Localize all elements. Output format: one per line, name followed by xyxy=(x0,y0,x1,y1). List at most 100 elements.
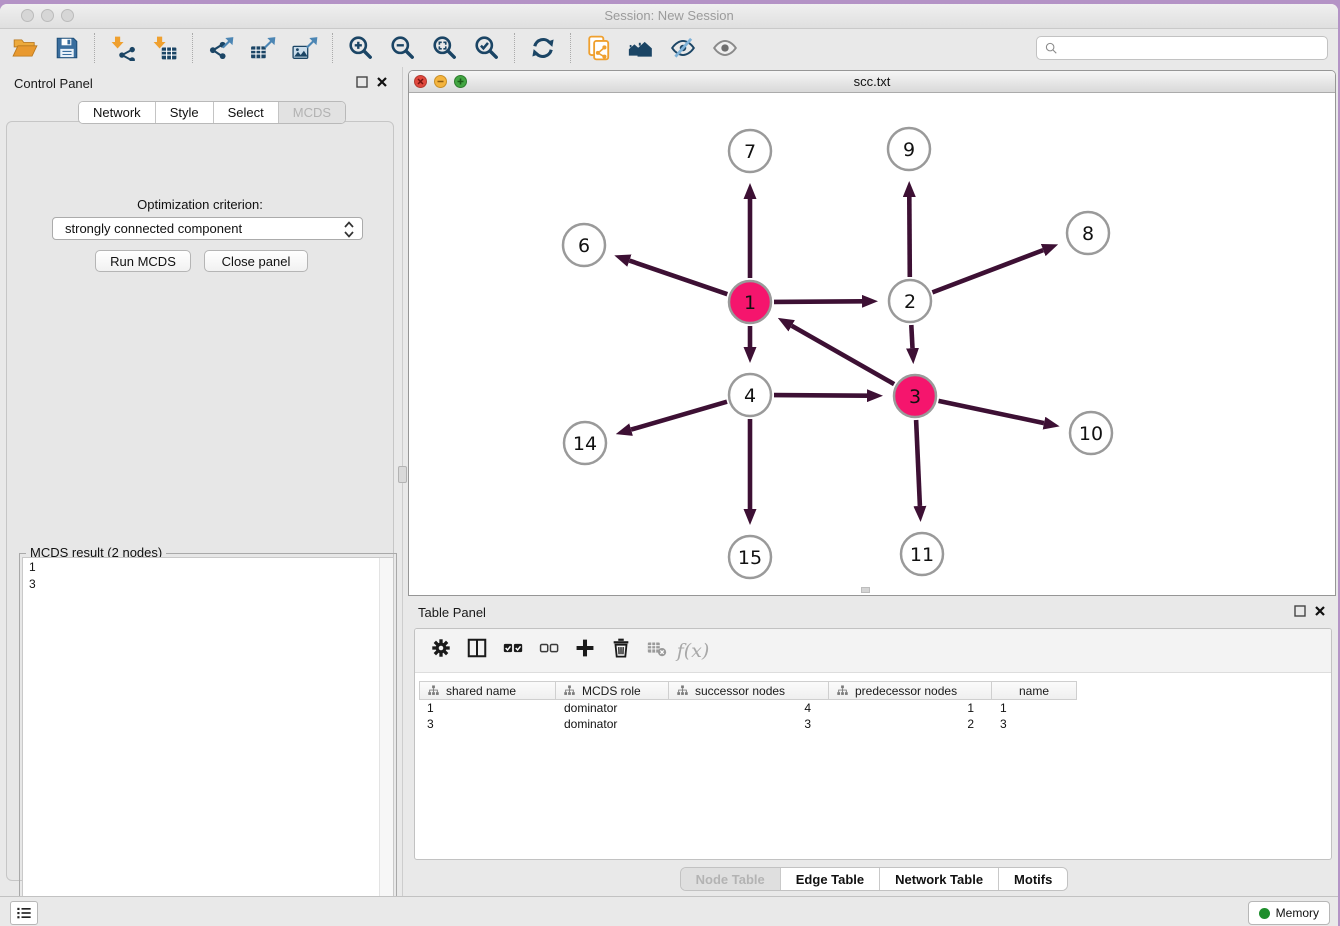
toolbar-separator xyxy=(514,33,516,63)
home-button[interactable] xyxy=(624,32,658,64)
graph-node-6[interactable]: 6 xyxy=(563,224,605,266)
zoom-fit-button[interactable] xyxy=(428,32,462,64)
columns-button[interactable] xyxy=(459,634,495,668)
table-row[interactable]: 1dominator411 xyxy=(419,700,1077,716)
table-row[interactable]: 3dominator323 xyxy=(419,716,1077,732)
result-scrollbar[interactable] xyxy=(379,558,393,926)
graph-node-14[interactable]: 14 xyxy=(564,422,606,464)
zoom-in-button[interactable] xyxy=(344,32,378,64)
zoom-out-button[interactable] xyxy=(386,32,420,64)
edge-3-11[interactable] xyxy=(916,420,920,506)
float-table-panel-icon[interactable] xyxy=(1294,605,1306,617)
export-table-button[interactable] xyxy=(246,32,280,64)
vertical-splitter-grip[interactable] xyxy=(398,466,407,483)
show-eye-button[interactable] xyxy=(708,32,742,64)
control-panel: Control Panel NetworkStyleSelectMCDS Opt… xyxy=(0,67,402,896)
delete-row-button[interactable] xyxy=(603,634,639,668)
tab-edge-table[interactable]: Edge Table xyxy=(781,868,880,890)
tab-mcds[interactable]: MCDS xyxy=(279,102,345,123)
network-resize-grip[interactable] xyxy=(861,587,870,593)
network-graph: 1 2 3 4 6 7 8 9 10 11 14 15 xyxy=(409,93,1335,595)
table-cell[interactable]: 1 xyxy=(419,700,556,716)
memory-button[interactable]: Memory xyxy=(1248,901,1330,925)
edge-1-2[interactable] xyxy=(774,301,862,302)
edge-3-10[interactable] xyxy=(939,401,1045,423)
edge-4-3[interactable] xyxy=(774,395,867,396)
hide-eye-button[interactable] xyxy=(666,32,700,64)
import-network-button[interactable] xyxy=(106,32,140,64)
column-header-MCDS-role[interactable]: MCDS role xyxy=(556,681,669,700)
node-label: 4 xyxy=(744,385,756,407)
export-network-button[interactable] xyxy=(204,32,238,64)
search-box[interactable] xyxy=(1036,36,1328,60)
task-history-button[interactable] xyxy=(10,901,38,925)
graph-node-2[interactable]: 2 xyxy=(889,280,931,322)
table-cell[interactable]: dominator xyxy=(556,700,669,716)
edge-1-6[interactable] xyxy=(629,261,727,295)
table-cell[interactable]: dominator xyxy=(556,716,669,732)
import-table-button[interactable] xyxy=(148,32,182,64)
tab-network[interactable]: Network xyxy=(79,102,156,123)
table-cell[interactable]: 3 xyxy=(669,716,829,732)
column-header-shared-name[interactable]: shared name xyxy=(419,681,556,700)
column-header-label: MCDS role xyxy=(582,684,641,698)
column-tree-icon xyxy=(564,685,575,696)
graph-node-3[interactable]: 3 xyxy=(894,375,936,417)
network-canvas[interactable]: 1 2 3 4 6 7 8 9 10 11 14 15 xyxy=(409,93,1335,595)
edge-3-1[interactable] xyxy=(792,326,894,384)
deselect-all-button[interactable] xyxy=(531,634,567,668)
zoom-fit-icon xyxy=(432,35,458,61)
column-header-name[interactable]: name xyxy=(992,681,1077,700)
graph-node-8[interactable]: 8 xyxy=(1067,212,1109,254)
column-header-predecessor-nodes[interactable]: predecessor nodes xyxy=(829,681,992,700)
close-panel-icon[interactable] xyxy=(376,76,388,88)
column-header-successor-nodes[interactable]: successor nodes xyxy=(669,681,829,700)
graph-node-10[interactable]: 10 xyxy=(1070,412,1112,454)
table-cell[interactable]: 4 xyxy=(669,700,829,716)
graph-node-4[interactable]: 4 xyxy=(729,374,771,416)
table-cell[interactable]: 3 xyxy=(992,716,1077,732)
table-panel: Table Panel f(x) shared nameMCDS rolesuc… xyxy=(408,599,1338,896)
run-mcds-button[interactable]: Run MCDS xyxy=(95,250,191,272)
tab-style[interactable]: Style xyxy=(156,102,214,123)
graph-node-9[interactable]: 9 xyxy=(888,128,930,170)
save-button[interactable] xyxy=(50,32,84,64)
graph-node-15[interactable]: 15 xyxy=(729,536,771,578)
tab-network-table[interactable]: Network Table xyxy=(880,868,999,890)
export-image-button[interactable] xyxy=(288,32,322,64)
open-folder-button[interactable] xyxy=(8,32,42,64)
select-all-button[interactable] xyxy=(495,634,531,668)
edge-4-14[interactable] xyxy=(631,402,727,430)
home-icon xyxy=(628,35,654,61)
graph-node-1[interactable]: 1 xyxy=(729,281,771,323)
search-input[interactable] xyxy=(1063,40,1327,57)
gear-button[interactable] xyxy=(423,634,459,668)
clone-network-button[interactable] xyxy=(582,32,616,64)
table-cell[interactable]: 1 xyxy=(992,700,1077,716)
close-panel-button[interactable]: Close panel xyxy=(204,250,308,272)
refresh-button[interactable] xyxy=(526,32,560,64)
table-cell[interactable]: 1 xyxy=(829,700,992,716)
memory-label: Memory xyxy=(1276,906,1319,920)
column-tree-icon xyxy=(837,685,848,696)
table-cell[interactable]: 3 xyxy=(419,716,556,732)
edge-2-9[interactable] xyxy=(909,197,910,277)
zoom-selected-button[interactable] xyxy=(470,32,504,64)
tab-node-table[interactable]: Node Table xyxy=(681,868,781,890)
close-table-panel-icon[interactable] xyxy=(1314,605,1326,617)
tab-select[interactable]: Select xyxy=(214,102,279,123)
add-row-button[interactable] xyxy=(567,634,603,668)
mcds-result-textarea[interactable]: 13 xyxy=(22,557,394,926)
network-window-titlebar[interactable]: scc.txt xyxy=(409,71,1335,93)
node-table-container: f(x) shared nameMCDS rolesuccessor nodes… xyxy=(414,628,1332,860)
import-network-icon xyxy=(110,35,136,61)
float-panel-icon[interactable] xyxy=(356,76,368,88)
criterion-dropdown[interactable]: strongly connected component xyxy=(52,217,363,240)
graph-node-11[interactable]: 11 xyxy=(901,533,943,575)
tab-motifs[interactable]: Motifs xyxy=(999,868,1067,890)
window-titlebar[interactable]: Session: New Session xyxy=(0,4,1338,29)
table-cell[interactable]: 2 xyxy=(829,716,992,732)
edge-2-3[interactable] xyxy=(911,325,912,348)
graph-node-7[interactable]: 7 xyxy=(729,130,771,172)
edge-2-8[interactable] xyxy=(932,250,1043,292)
